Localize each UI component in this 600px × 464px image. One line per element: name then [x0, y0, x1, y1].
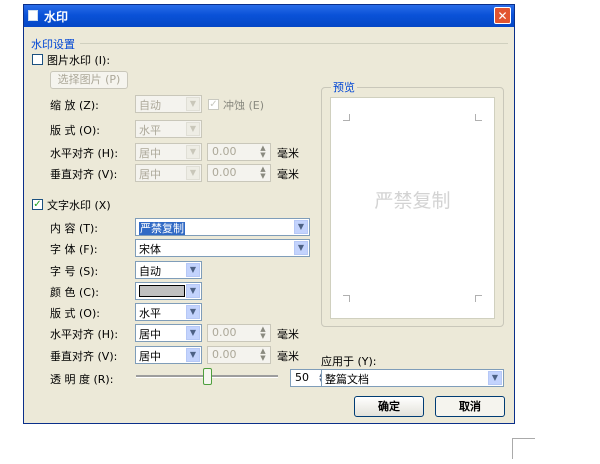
title-bar[interactable]: 水印 ✕	[24, 5, 514, 27]
size-label: 字 号 (S):	[50, 265, 99, 278]
color-select[interactable]: ▼	[135, 282, 202, 300]
chevron-down-icon: ▼	[294, 220, 308, 234]
close-icon[interactable]: ✕	[494, 7, 511, 24]
picture-valign-value: 居中	[139, 168, 161, 181]
text-watermark-checkbox[interactable]: ✓	[32, 199, 43, 210]
scale-value: 自动	[139, 99, 161, 112]
picture-halign-offset-value: 0.00	[212, 145, 237, 158]
text-halign-select[interactable]: 居中 ▼	[135, 324, 202, 342]
text-halign-unit: 毫米	[277, 328, 299, 341]
chevron-down-icon: ▼	[186, 122, 200, 136]
size-select[interactable]: 自动 ▼	[135, 261, 202, 279]
text-valign-offset-value: 0.00	[212, 348, 237, 361]
text-halign-value: 居中	[139, 328, 161, 341]
color-label: 颜 色 (C):	[50, 286, 99, 299]
text-halign-offset[interactable]: 0.00 ▲ ▼	[207, 324, 271, 342]
picture-layout-value: 水平	[139, 124, 161, 137]
picture-halign-value: 居中	[139, 147, 161, 160]
text-valign-select[interactable]: 居中 ▼	[135, 346, 202, 364]
picture-halign-select[interactable]: 居中 ▼	[135, 143, 202, 161]
picture-valign-unit: 毫米	[277, 168, 299, 181]
preview-page: 严禁复制	[330, 97, 495, 319]
text-layout-value: 水平	[139, 307, 161, 320]
chevron-down-icon: ▼	[186, 305, 200, 319]
spin-arrows-icon: ▲▼	[260, 165, 266, 180]
transparency-slider[interactable]	[134, 367, 280, 387]
content-label: 内 容 (T):	[50, 222, 99, 235]
picture-valign-select[interactable]: 居中 ▼	[135, 164, 202, 182]
select-picture-button[interactable]: 选择图片 (P)	[50, 71, 128, 89]
margin-corner	[343, 114, 350, 121]
picture-halign-offset[interactable]: 0.00 ▲ ▼	[207, 143, 271, 161]
font-label: 字 体 (F):	[50, 243, 98, 256]
text-layout-label: 版 式 (O):	[50, 307, 100, 320]
picture-valign-offset[interactable]: 0.00 ▲ ▼	[207, 164, 271, 182]
picture-valign-label: 垂直对齐 (V):	[50, 168, 118, 181]
chevron-down-icon: ▼	[186, 145, 200, 159]
picture-watermark-label: 图片水印 (I):	[47, 54, 111, 67]
chevron-down-icon: ▼	[294, 241, 308, 255]
chevron-down-icon: ▼	[186, 326, 200, 340]
scale-select[interactable]: 自动 ▼	[135, 95, 202, 113]
chevron-down-icon: ▼	[186, 263, 200, 277]
margin-corner	[475, 114, 482, 121]
margin-corner	[475, 295, 482, 302]
scale-label: 缩 放 (Z):	[50, 99, 99, 112]
dialog-title: 水印	[44, 10, 69, 24]
picture-halign-label: 水平对齐 (H):	[50, 147, 119, 160]
content-value: 严禁复制	[139, 222, 185, 235]
text-halign-offset-value: 0.00	[212, 326, 237, 339]
content-select[interactable]: 严禁复制 ▼	[135, 218, 310, 236]
preview-label: 预览	[331, 79, 357, 95]
text-valign-value: 居中	[139, 350, 161, 363]
app-icon	[28, 10, 38, 21]
spin-arrows-icon: ▲▼	[260, 144, 266, 159]
picture-valign-offset-value: 0.00	[212, 166, 237, 179]
slider-thumb[interactable]	[203, 368, 212, 385]
chevron-down-icon: ▼	[488, 371, 502, 385]
group-divider	[80, 43, 508, 44]
spin-arrows-icon: ▲▼	[260, 347, 266, 362]
transparency-value: 50	[295, 371, 309, 384]
text-halign-label: 水平对齐 (H):	[50, 328, 119, 341]
size-value: 自动	[139, 265, 161, 278]
transparency-label: 透 明 度 (R):	[50, 373, 114, 386]
apply-select[interactable]: 整篇文档 ▼	[321, 369, 504, 387]
chevron-down-icon: ▼	[186, 166, 200, 180]
text-layout-select[interactable]: 水平 ▼	[135, 303, 202, 321]
cancel-button[interactable]: 取消	[435, 396, 505, 417]
washout-label: 冲蚀 (E)	[223, 99, 265, 112]
chevron-down-icon: ▼	[186, 348, 200, 362]
washout-checkbox[interactable]: ✓	[208, 99, 219, 110]
text-valign-unit: 毫米	[277, 350, 299, 363]
preview-watermark-text: 严禁复制	[374, 190, 451, 212]
apply-value: 整篇文档	[325, 373, 369, 386]
text-valign-label: 垂直对齐 (V):	[50, 350, 118, 363]
chevron-down-icon: ▼	[186, 97, 200, 111]
picture-halign-unit: 毫米	[277, 147, 299, 160]
apply-label: 应用于 (Y):	[321, 355, 377, 368]
group-title: 水印设置	[31, 38, 75, 51]
chevron-down-icon: ▼	[186, 284, 200, 298]
watermark-dialog: 水印 ✕ 水印设置 图片水印 (I): 选择图片 (P) 缩 放 (Z): 自动…	[23, 4, 515, 424]
text-watermark-label: 文字水印 (X)	[47, 199, 111, 212]
text-valign-offset[interactable]: 0.00 ▲ ▼	[207, 346, 271, 364]
spin-arrows-icon: ▲▼	[260, 325, 266, 340]
page-corner-mark	[512, 438, 535, 459]
picture-watermark-checkbox[interactable]	[32, 54, 43, 65]
font-value: 宋体	[139, 243, 161, 256]
margin-corner	[343, 295, 350, 302]
picture-layout-select[interactable]: 水平 ▼	[135, 120, 202, 138]
ok-button[interactable]: 确定	[354, 396, 424, 417]
font-select[interactable]: 宋体 ▼	[135, 239, 310, 257]
color-swatch	[139, 285, 185, 297]
picture-layout-label: 版 式 (O):	[50, 124, 100, 137]
